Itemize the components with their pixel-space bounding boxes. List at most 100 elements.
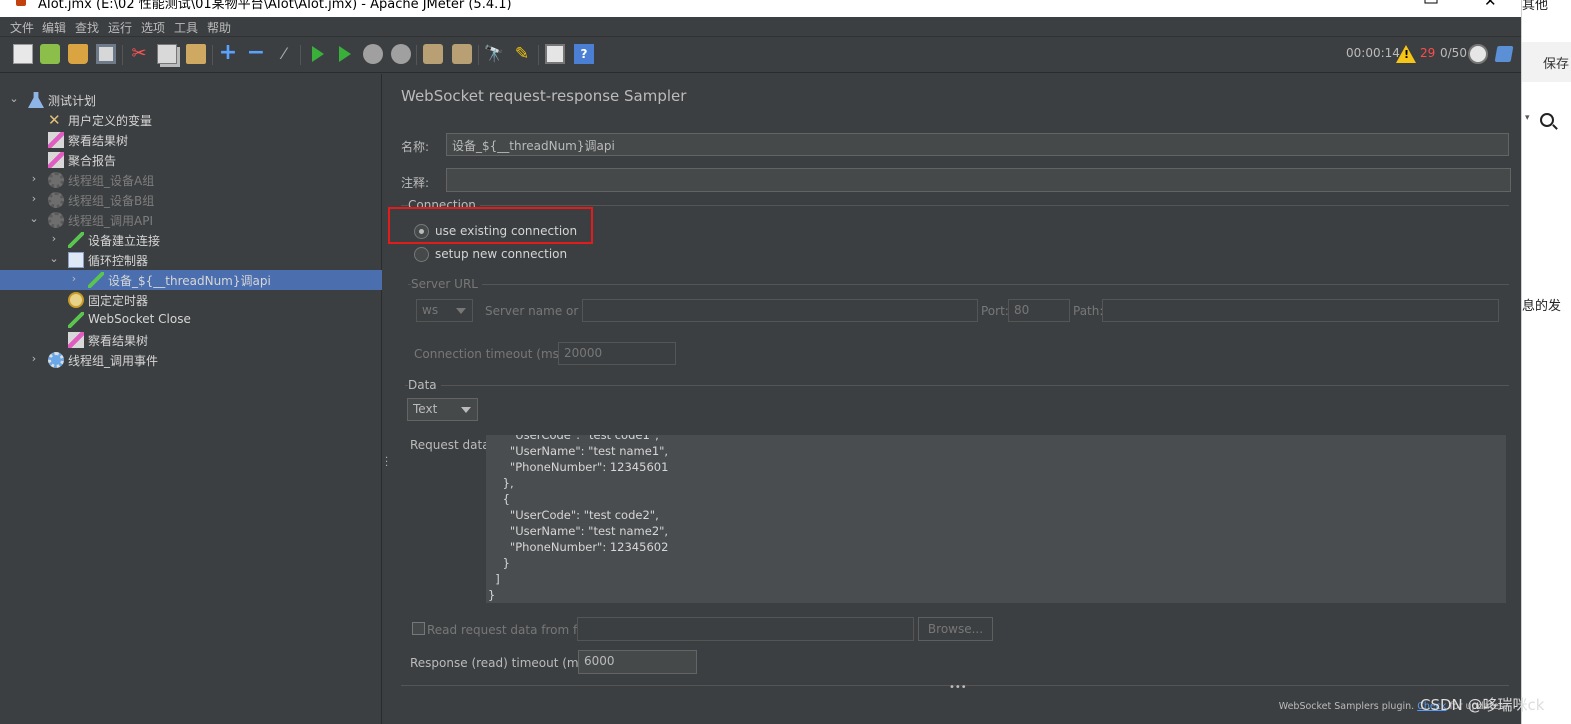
tree-node-label: 线程组_调用事件 — [68, 354, 159, 368]
remote-icon[interactable] — [1494, 46, 1514, 62]
response-timeout-field[interactable]: 6000 — [578, 650, 697, 674]
connection-timeout-field[interactable]: 20000 — [558, 342, 676, 365]
name-field[interactable]: 设备_${__threadNum}调api — [446, 133, 1509, 156]
tree-node[interactable]: 固定定时器 — [0, 290, 382, 310]
watermark: CSDN @哆瑞咪ck — [1420, 696, 1545, 714]
menu-search[interactable]: 查找 — [75, 19, 99, 36]
cut-icon[interactable]: ✂ — [129, 44, 149, 64]
tree-node[interactable]: › 设备建立连接 — [0, 230, 382, 250]
tree-node[interactable]: › 线程组_调用事件 — [0, 350, 382, 370]
tree-node[interactable]: › 线程组_设备B组 — [0, 190, 382, 210]
protocol-select[interactable]: ws — [416, 299, 473, 322]
tree-node[interactable]: ⌄ 循环控制器 — [0, 250, 382, 270]
path-field[interactable] — [1102, 299, 1499, 322]
comment-field[interactable] — [446, 168, 1511, 192]
toolbar-separator — [212, 45, 213, 65]
tree-node[interactable]: WebSocket Close — [0, 310, 382, 330]
reset-search-icon[interactable]: ✎ — [512, 44, 532, 64]
read-file-checkbox[interactable] — [412, 622, 425, 635]
expand-icon[interactable]: + — [218, 42, 238, 64]
menu-tools[interactable]: 工具 — [174, 19, 198, 36]
menu-edit[interactable]: 编辑 — [42, 19, 66, 36]
read-file-path-field[interactable] — [577, 617, 914, 641]
search-icon[interactable] — [1540, 113, 1554, 127]
menu-file[interactable]: 文件 — [10, 19, 34, 36]
data-group-title: Data — [408, 378, 441, 392]
server-label: Server name or IP: — [485, 304, 597, 318]
drag-handle-icon[interactable]: · · · — [385, 454, 388, 472]
chevron-right-icon[interactable]: › — [48, 232, 60, 245]
read-file-label: Read request data from file: — [427, 623, 596, 637]
name-label: 名称: — [401, 140, 430, 154]
tree-node-label: 聚合报告 — [68, 154, 117, 168]
globe-icon[interactable] — [1468, 44, 1488, 64]
copy-icon[interactable] — [157, 44, 177, 64]
server-url-divider — [408, 284, 1509, 285]
error-count[interactable]: 29 — [1420, 46, 1435, 60]
browse-button[interactable]: Browse... — [918, 617, 993, 641]
chevron-right-icon[interactable]: › — [28, 172, 40, 185]
data-type-select[interactable]: Text — [407, 398, 478, 421]
search-icon[interactable]: 🔭 — [484, 44, 504, 64]
open-icon[interactable] — [68, 44, 88, 64]
setup-new-radio[interactable] — [414, 247, 429, 262]
chevron-down-icon[interactable]: ⌄ — [28, 212, 40, 225]
background-top-text: 其他 — [1522, 0, 1549, 13]
new-icon[interactable] — [13, 44, 33, 64]
start-no-pause-icon[interactable] — [339, 46, 351, 62]
chart-icon — [48, 132, 64, 148]
request-data-editor[interactable]: "UserCode": "test code1", "UserName": "t… — [486, 435, 1506, 603]
templates-icon[interactable] — [40, 44, 60, 64]
chevron-down-icon[interactable]: ⌄ — [8, 92, 20, 105]
warning-icon[interactable] — [1396, 45, 1416, 63]
tree-node[interactable]: › 线程组_设备A组 — [0, 170, 382, 190]
tree-node[interactable]: 察看结果树 — [0, 130, 382, 150]
tree-node[interactable]: ⌄ 测试计划 — [0, 90, 382, 110]
toggle-icon[interactable]: ⁄ — [274, 44, 294, 64]
function-helper-icon[interactable] — [545, 44, 565, 64]
tree-node-label: 线程组_调用API — [68, 214, 153, 228]
tree-node[interactable]: ✕ 用户定义的变量 — [0, 110, 382, 130]
pen-icon — [68, 232, 84, 248]
tree-node[interactable]: ⌄ 线程组_调用API — [0, 210, 382, 230]
paste-icon[interactable] — [186, 44, 206, 64]
gear-icon — [48, 352, 64, 368]
chevron-right-icon[interactable]: › — [68, 272, 80, 285]
timer-icon — [68, 292, 84, 308]
stop-icon[interactable] — [363, 44, 383, 64]
menu-help[interactable]: 帮助 — [207, 19, 231, 36]
help-icon[interactable]: ? — [574, 44, 594, 64]
start-icon[interactable] — [312, 46, 324, 62]
menu-run[interactable]: 运行 — [108, 19, 132, 36]
clear-all-icon[interactable] — [452, 44, 472, 64]
pen-icon — [88, 272, 104, 288]
server-field[interactable] — [582, 299, 978, 322]
chevron-down-icon[interactable]: ⌄ — [48, 252, 60, 265]
chevron-right-icon[interactable]: › — [28, 352, 40, 365]
tree-node-label: 设备建立连接 — [88, 234, 161, 248]
tree-node[interactable]: 聚合报告 — [0, 150, 382, 170]
port-field[interactable]: 80 — [1008, 299, 1070, 322]
resize-handle-icon[interactable]: ••• — [949, 682, 967, 693]
test-plan-icon — [28, 92, 44, 108]
chevron-right-icon[interactable]: › — [28, 192, 40, 205]
shutdown-icon[interactable] — [391, 44, 411, 64]
setup-new-label[interactable]: setup new connection — [435, 247, 567, 261]
chevron-down-icon[interactable]: ▾ — [1525, 113, 1530, 123]
window-title-bar: AIot.jmx (E:\02 性能测试\01某物平台\AIot\AIot.jm… — [0, 0, 1521, 17]
menu-options[interactable]: 选项 — [141, 19, 165, 36]
close-icon[interactable]: ✕ — [1484, 0, 1497, 10]
comment-label: 注释: — [401, 176, 430, 190]
split-pane-divider[interactable]: · · · — [383, 74, 391, 724]
tree-node[interactable]: › 设备_${__threadNum}调api — [0, 270, 382, 290]
save-icon[interactable] — [96, 44, 116, 64]
menu-bar: 文件 编辑 查找 运行 选项 工具 帮助 — [0, 17, 1521, 37]
clear-icon[interactable] — [423, 44, 443, 64]
background-save-button[interactable]: 保存 — [1543, 53, 1569, 72]
tree-node[interactable]: 察看结果树 — [0, 330, 382, 350]
loop-icon — [68, 252, 84, 268]
maximize-icon[interactable] — [1424, 0, 1438, 4]
collapse-icon[interactable]: − — [246, 42, 266, 64]
window-title: AIot.jmx (E:\02 性能测试\01某物平台\AIot\AIot.jm… — [38, 0, 512, 12]
toolbar-separator — [300, 45, 301, 65]
